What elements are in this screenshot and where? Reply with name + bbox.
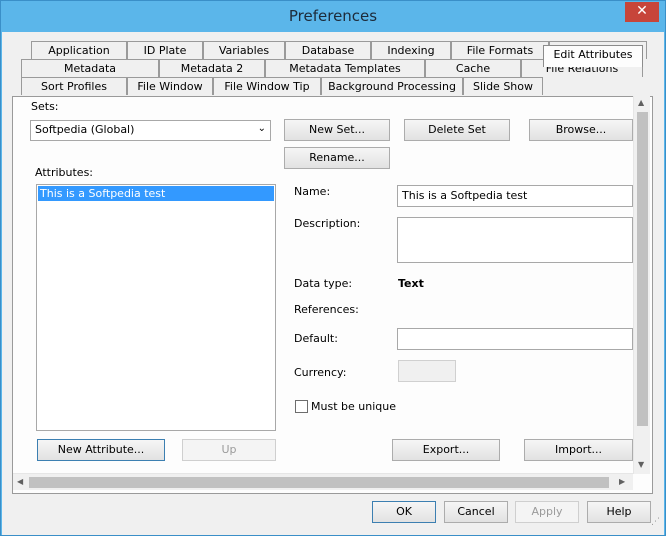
browse-button[interactable]: Browse... [529,119,633,141]
tab-slide-show[interactable]: Slide Show [463,77,543,95]
sets-selected-value: Softpedia (Global) [35,123,135,136]
datatype-value: Text [398,277,424,290]
rename-button[interactable]: Rename... [284,147,390,169]
cancel-button[interactable]: Cancel [444,501,508,523]
sets-dropdown[interactable]: Softpedia (Global) ⌄ [30,120,271,141]
default-label: Default: [294,332,338,345]
tab-cache[interactable]: Cache [425,59,521,77]
new-attribute-button[interactable]: New Attribute... [37,439,165,461]
tab-file-window-tip[interactable]: File Window Tip [213,77,321,95]
tab-database[interactable]: Database [285,41,371,59]
vertical-scroll-thumb[interactable] [637,112,648,426]
sets-label: Sets: [31,100,59,113]
help-button[interactable]: Help [587,501,651,523]
horizontal-scroll-thumb[interactable] [29,477,609,488]
must-be-unique-checkbox[interactable] [295,400,308,413]
delete-set-button[interactable]: Delete Set [404,119,510,141]
tab-id-plate[interactable]: ID Plate [127,41,203,59]
close-button[interactable]: ✕ [625,2,659,22]
tab-indexing[interactable]: Indexing [371,41,451,59]
resize-grip-icon[interactable]: ⋰ [651,517,660,527]
title-bar[interactable]: Preferences ✕ [1,1,665,32]
tab-file-window[interactable]: File Window [127,77,213,95]
preferences-window: Preferences ✕ Application ID Plate Varia… [0,0,666,536]
name-label: Name: [294,185,331,198]
tab-sort-profiles[interactable]: Sort Profiles [21,77,127,95]
scroll-right-icon[interactable]: ▶ [619,477,625,486]
name-field[interactable]: This is a Softpedia test [397,185,633,207]
apply-button: Apply [515,501,579,523]
currency-label: Currency: [294,366,347,379]
description-label: Description: [294,217,361,230]
default-field[interactable] [397,328,633,350]
ok-button[interactable]: OK [372,501,436,523]
currency-field [398,360,456,382]
horizontal-scrollbar[interactable]: ◀ ▶ [13,473,633,490]
tab-metadata-templates[interactable]: Metadata Templates [265,59,425,77]
scroll-down-icon[interactable]: ▼ [638,460,644,469]
references-label: References: [294,303,359,316]
tab-edit-attributes[interactable]: Edit Attributes [543,45,643,67]
export-button[interactable]: Export... [392,439,500,461]
new-set-button[interactable]: New Set... [284,119,390,141]
tab-file-formats[interactable]: File Formats [451,41,549,59]
attributes-label: Attributes: [35,166,94,179]
vertical-scrollbar[interactable]: ▲ ▼ [633,96,650,474]
scroll-left-icon[interactable]: ◀ [17,477,23,486]
tab-variables[interactable]: Variables [203,41,285,59]
chevron-down-icon: ⌄ [257,123,266,134]
up-button: Up [182,439,276,461]
tab-application[interactable]: Application [31,41,127,59]
scroll-up-icon[interactable]: ▲ [638,98,644,107]
description-field[interactable] [397,217,633,263]
tab-metadata[interactable]: Metadata [21,59,159,77]
list-item[interactable]: This is a Softpedia test [38,186,274,201]
datatype-label: Data type: [294,277,353,290]
attributes-list[interactable]: This is a Softpedia test [36,184,276,431]
must-be-unique-label: Must be unique [311,400,396,413]
tab-background-processing[interactable]: Background Processing [321,77,463,95]
window-title: Preferences [288,7,378,25]
import-button[interactable]: Import... [524,439,633,461]
tab-metadata-2[interactable]: Metadata 2 [159,59,265,77]
